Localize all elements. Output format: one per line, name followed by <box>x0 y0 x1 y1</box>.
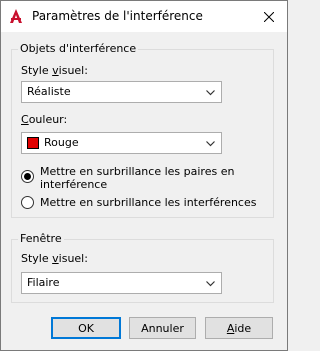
color-value: Rouge <box>44 136 79 149</box>
close-button[interactable] <box>259 7 279 27</box>
chevron-down-icon <box>206 87 215 100</box>
dialog-title: Paramètres de l'interférence <box>32 9 203 23</box>
window-visual-style-value: Filaire <box>27 276 60 289</box>
window-visual-style-label: Style visuel: <box>21 252 88 265</box>
highlight-pairs-radio[interactable] <box>21 170 34 183</box>
radio-selected-dot <box>24 173 31 180</box>
highlight-interferences-label[interactable]: Mettre en surbrillance les interférences <box>40 196 256 209</box>
interference-objects-group-title: Objets d'interférence <box>18 42 139 55</box>
help-button[interactable]: Aide <box>205 317 273 339</box>
visual-style-label: Style visuel: <box>21 64 88 77</box>
color-swatch <box>27 137 39 149</box>
cancel-button[interactable]: Annuler <box>129 317 196 339</box>
interference-objects-group: Objets d'interférence Style visuel: Réal… <box>11 42 274 218</box>
visual-style-value: Réaliste <box>27 85 71 98</box>
chevron-down-icon <box>206 138 215 151</box>
window-group: Fenêtre Style visuel: Filaire <box>11 232 274 303</box>
ok-button[interactable]: OK <box>51 317 121 339</box>
autocad-logo-icon <box>8 8 24 24</box>
window-group-title: Fenêtre <box>18 232 64 245</box>
color-label: Couleur: <box>21 113 68 126</box>
close-icon <box>264 12 274 22</box>
color-dropdown[interactable]: Rouge <box>21 132 222 154</box>
title-bar[interactable]: Paramètres de l'interférence <box>1 1 287 32</box>
highlight-interferences-radio[interactable] <box>21 196 34 209</box>
interference-settings-dialog: Paramètres de l'interférence Objets d'in… <box>0 0 288 351</box>
highlight-pairs-label[interactable]: Mettre en surbrillance les paires en int… <box>40 165 234 191</box>
visual-style-dropdown[interactable]: Réaliste <box>21 81 222 103</box>
window-visual-style-dropdown[interactable]: Filaire <box>21 272 222 294</box>
chevron-down-icon <box>206 278 215 291</box>
